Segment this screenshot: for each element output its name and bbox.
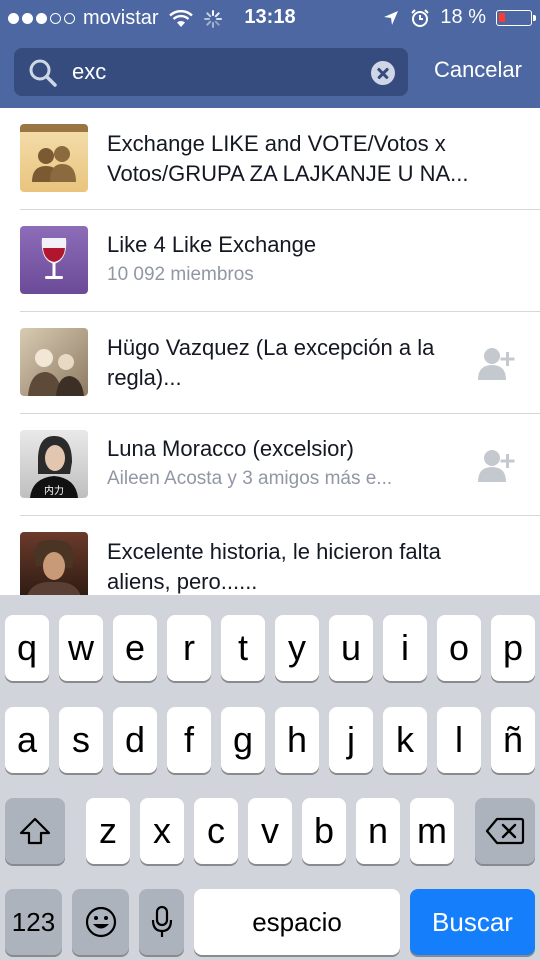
key-r[interactable]: r — [167, 615, 211, 681]
key-i[interactable]: i — [383, 615, 427, 681]
result-subtitle: Aileen Acosta y 3 amigos más e... — [107, 468, 393, 489]
shift-icon — [19, 817, 51, 845]
backspace-key[interactable] — [475, 798, 535, 864]
profile-photo — [20, 328, 88, 396]
key-o[interactable]: o — [437, 615, 481, 681]
result-title: Hügo Vazquez (La excepción a la regla)..… — [107, 335, 435, 390]
battery-percentage: 18 % — [440, 6, 486, 28]
emoji-key[interactable] — [72, 889, 129, 955]
key-l[interactable]: l — [437, 707, 481, 773]
key-f[interactable]: f — [167, 707, 211, 773]
result-subtitle: 10 092 miembros — [107, 264, 254, 285]
key-h[interactable]: h — [275, 707, 319, 773]
header: movistar 13:18 18 % exc Cancelar — [0, 0, 540, 108]
key-k[interactable]: k — [383, 707, 427, 773]
backspace-icon — [485, 817, 525, 845]
add-friend-icon[interactable] — [478, 346, 518, 380]
key-t[interactable]: t — [221, 615, 265, 681]
wine-glass-icon — [20, 226, 88, 294]
search-icon — [29, 59, 57, 87]
shift-key[interactable] — [5, 798, 65, 864]
key-s[interactable]: s — [59, 707, 103, 773]
key-q[interactable]: q — [5, 615, 49, 681]
profile-photo — [20, 532, 88, 595]
status-bar: movistar 13:18 18 % — [0, 0, 540, 36]
key-n[interactable]: n — [356, 798, 400, 864]
alarm-clock-icon — [411, 8, 430, 27]
result-title: Like 4 Like Exchange — [107, 232, 317, 257]
keyboard: q w e r t y u i o p a s d f g h j k l ñ … — [0, 595, 540, 960]
key-x[interactable]: x — [140, 798, 184, 864]
dictation-key[interactable] — [139, 889, 184, 955]
key-m[interactable]: m — [410, 798, 454, 864]
svg-text:内力: 内力 — [44, 484, 64, 497]
numbers-key[interactable]: 123 — [5, 889, 62, 955]
profile-photo: 内力 — [20, 430, 88, 498]
result-title: Luna Moracco (excelsior) — [107, 436, 354, 461]
location-arrow-icon — [384, 10, 399, 25]
key-c[interactable]: c — [194, 798, 238, 864]
cancel-button[interactable]: Cancelar — [434, 57, 522, 83]
result-title: Exchange LIKE and VOTE/Votos x Votos/GRU… — [107, 131, 469, 186]
key-d[interactable]: d — [113, 707, 157, 773]
battery-icon — [496, 9, 536, 26]
key-j[interactable]: j — [329, 707, 373, 773]
result-title: Excelente historia, le hicieron falta al… — [107, 539, 441, 594]
list-item[interactable]: Hügo Vazquez (La excepción a la regla)..… — [0, 312, 540, 414]
microphone-icon — [151, 905, 172, 937]
list-item[interactable]: 内力 Luna Moracco (excelsior) Aileen Acost… — [0, 414, 540, 516]
group-icon — [20, 124, 88, 192]
key-e[interactable]: e — [113, 615, 157, 681]
search-results-list: Exchange LIKE and VOTE/Votos x Votos/GRU… — [0, 108, 540, 595]
emoji-icon — [85, 906, 116, 938]
key-z[interactable]: z — [86, 798, 130, 864]
key-v[interactable]: v — [248, 798, 292, 864]
clear-search-icon[interactable] — [371, 61, 395, 85]
list-item[interactable]: Excelente historia, le hicieron falta al… — [0, 516, 540, 595]
search-query: exc — [72, 59, 107, 84]
list-item[interactable]: Like 4 Like Exchange 10 092 miembros — [0, 210, 540, 312]
key-p[interactable]: p — [491, 615, 535, 681]
key-u[interactable]: u — [329, 615, 373, 681]
key-a[interactable]: a — [5, 707, 49, 773]
add-friend-icon[interactable] — [478, 448, 518, 482]
key-y[interactable]: y — [275, 615, 319, 681]
key-w[interactable]: w — [59, 615, 103, 681]
search-input[interactable]: exc — [14, 48, 408, 96]
list-item[interactable]: Exchange LIKE and VOTE/Votos x Votos/GRU… — [0, 108, 540, 210]
key-g[interactable]: g — [221, 707, 265, 773]
key-b[interactable]: b — [302, 798, 346, 864]
key-n-tilde[interactable]: ñ — [491, 707, 535, 773]
search-key[interactable]: Buscar — [410, 889, 535, 955]
space-key[interactable]: espacio — [194, 889, 400, 955]
